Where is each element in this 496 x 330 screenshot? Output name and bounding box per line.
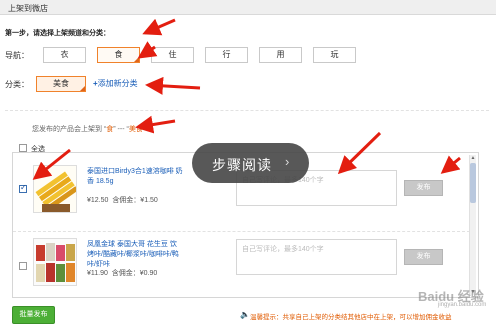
tip-text: 温馨提示：共享自己上架的分类结其他店中在上架，可以增加佣金收益 (250, 314, 452, 321)
arrow-icon (135, 115, 176, 134)
arrow-icon (337, 131, 382, 175)
arrow-icon (137, 41, 158, 59)
chevron-right-icon: › (285, 154, 290, 169)
arrow-icon (142, 18, 176, 36)
bulk-publish-button[interactable]: 批量发布 (12, 306, 55, 324)
arrow-icon (32, 148, 71, 180)
step-reading-overlay[interactable]: 步骤阅读 › (192, 143, 309, 183)
arrow-icon (145, 76, 201, 95)
step-reading-label: 步骤阅读 (212, 157, 272, 173)
baidu-watermark-url: jingyan.baidu.com (438, 302, 487, 308)
arrow-icon (440, 155, 461, 174)
speaker-icon: 🔈 (240, 310, 250, 319)
